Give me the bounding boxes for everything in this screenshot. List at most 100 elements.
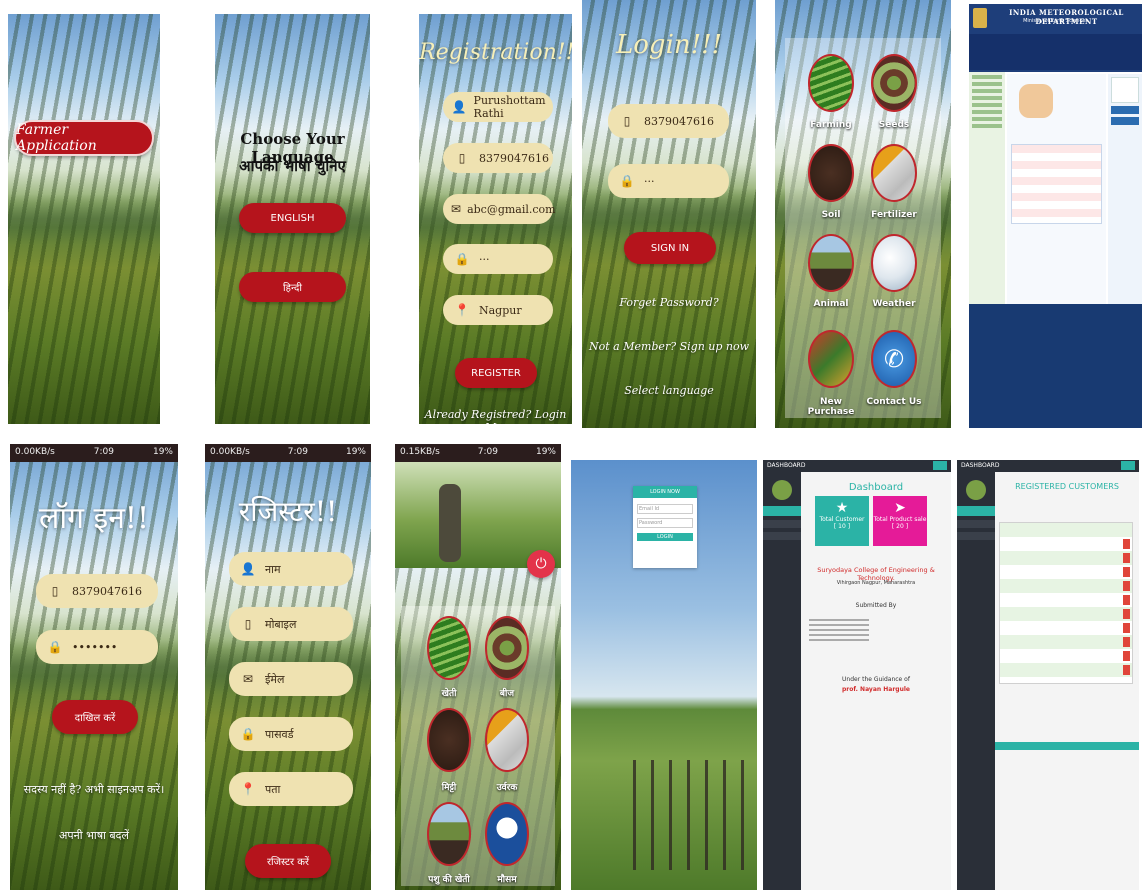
language-screen: Choose Your Language आपकी भाषा चुनिए ENG…	[215, 14, 370, 424]
register-hi-name-placeholder: नाम	[265, 562, 281, 576]
login-hi-mobile-field[interactable]: ▯ 8379047616	[36, 574, 158, 608]
mobile-field-value: 8379047616	[479, 151, 549, 165]
register-hi-password-placeholder: पासवर्ड	[265, 727, 294, 741]
menu-label-weather: Weather	[872, 299, 916, 309]
register-hi-email-field[interactable]: ✉ ईमेल	[229, 662, 353, 696]
admin-password-field[interactable]: Password	[637, 518, 693, 528]
already-registered-link[interactable]: Already Registred? Login Me.	[419, 408, 572, 424]
admin-login-button[interactable]: LOGIN	[637, 533, 693, 541]
hindi-button-label: हिन्दी	[283, 283, 302, 294]
login-hi-title: लॉग इन!!	[38, 501, 150, 536]
sidebar-item-dashboard[interactable]	[957, 506, 995, 516]
register-hi-address-field[interactable]: 📍 पता	[229, 772, 353, 806]
customers-title: REGISTERED CUSTOMERS	[1015, 482, 1119, 491]
imd-footer	[969, 304, 1142, 428]
customers-table	[999, 522, 1133, 684]
sidebar-item-dashboard[interactable]	[763, 506, 801, 516]
login-hi-signup-link[interactable]: सदस्य नहीं है? अभी साइनअप करें।	[10, 782, 178, 797]
dashboard-brand: DASHBOARD	[767, 462, 806, 469]
animal-icon[interactable]	[808, 234, 854, 292]
login-mobile-field[interactable]: ▯ 8379047616	[608, 104, 729, 138]
seeds-icon[interactable]	[871, 54, 917, 112]
register-button[interactable]: REGISTER	[455, 358, 537, 388]
power-button[interactable]: ⏻	[527, 550, 555, 578]
sidebar-item-customers[interactable]	[763, 520, 801, 528]
fertilizer-icon[interactable]	[871, 144, 917, 202]
name-field-value: Purushottam Rathi	[473, 94, 546, 120]
dashboard-top-button[interactable]	[933, 461, 947, 470]
register-hi-password-field[interactable]: 🔒 पासवर्ड	[229, 717, 353, 751]
hindi-button[interactable]: हिन्दी	[239, 272, 346, 302]
sidebar-item-information[interactable]	[957, 532, 995, 540]
status-net-speed: 0.00KB/s	[15, 447, 55, 457]
login-hi-language-link[interactable]: अपनी भाषा बदलें	[10, 828, 178, 843]
customers-brand: DASHBOARD	[961, 462, 1000, 469]
register-hi-mobile-field[interactable]: ▯ मोबाइल	[229, 607, 353, 641]
customers-screen: DASHBOARD REGISTERED CUSTOMERS	[957, 460, 1139, 890]
signin-button[interactable]: SIGN IN	[624, 232, 716, 264]
register-hi-button[interactable]: रजिस्टर करें	[245, 844, 331, 878]
admin-login-title: LOGIN NOW	[633, 486, 697, 498]
contact-us-icon[interactable]: ✆	[871, 330, 917, 388]
password-field[interactable]: 🔒 ···	[443, 244, 553, 274]
seeds-hi-icon[interactable]	[485, 616, 529, 680]
total-customer-card[interactable]: ★ Total Customer [ 10 ]	[815, 496, 869, 546]
menu-label-contact-us: Contact Us	[866, 397, 922, 407]
register-button-label: REGISTER	[471, 367, 521, 379]
weather-hi-icon[interactable]	[485, 802, 529, 866]
farming-icon[interactable]	[808, 54, 854, 112]
sidebar-item-customers[interactable]	[957, 520, 995, 528]
soil-icon[interactable]	[808, 144, 854, 202]
select-language-link[interactable]: Select language	[582, 384, 756, 397]
farming-hi-icon[interactable]	[427, 616, 471, 680]
name-field[interactable]: 👤 Purushottam Rathi	[443, 92, 553, 122]
signup-link[interactable]: Not a Member? Sign up now	[582, 340, 756, 353]
email-field[interactable]: ✉ abc@gmail.com	[443, 194, 556, 224]
lock-icon: 🔒	[47, 640, 63, 654]
phone-icon: ▯	[51, 584, 59, 598]
person-icon: 👤	[240, 562, 256, 576]
animal-hi-icon[interactable]	[427, 802, 471, 866]
imd-nav-bar[interactable]	[969, 34, 1142, 70]
mobile-field[interactable]: ▯ 8379047616	[443, 143, 553, 173]
total-sale-card[interactable]: ➤ Total Product sale [ 20 ]	[873, 496, 927, 546]
login-password-field[interactable]: 🔒 ···	[608, 164, 729, 198]
lock-icon: 🔒	[240, 727, 256, 741]
status-time: 7:09	[93, 447, 115, 457]
login-hi-submit-button[interactable]: दाखिल करें	[52, 700, 138, 734]
soil-hi-icon[interactable]	[427, 708, 471, 772]
imd-website: INDIA METEOROLOGICAL DEPARTMENT Ministry…	[969, 4, 1142, 428]
star-icon: ★	[835, 500, 849, 516]
registration-screen: Registration!!! 👤 Purushottam Rathi ▯ 83…	[419, 14, 572, 424]
fertilizer-hi-icon[interactable]	[485, 708, 529, 772]
guidance-heading: Under the Guidance of	[842, 676, 910, 683]
person-icon: 👤	[451, 100, 467, 114]
english-button[interactable]: ENGLISH	[239, 203, 346, 233]
send-icon: ➤	[894, 500, 906, 516]
login-hi-password-field[interactable]: 🔒 •••••••	[36, 630, 158, 664]
login-hi-password-value: •••••••	[72, 640, 118, 654]
imd-subtitle: Ministry of Earth Sciences	[1023, 18, 1088, 24]
new-purchase-icon[interactable]	[808, 330, 854, 388]
menu-label-farming: Farming	[810, 120, 852, 130]
delete-buttons-column[interactable]	[1123, 539, 1130, 679]
registration-title: Registration!!!	[419, 40, 572, 65]
address-field[interactable]: 📍 Nagpur	[443, 295, 553, 325]
dashboard-screen: DASHBOARD Dashboard ★ Total Customer [ 1…	[763, 460, 951, 890]
english-button-label: ENGLISH	[270, 212, 315, 224]
customers-top-button[interactable]	[1121, 461, 1135, 470]
dashboard-topbar: DASHBOARD	[763, 460, 951, 472]
admin-email-field[interactable]: Email Id	[637, 504, 693, 514]
lock-icon: 🔒	[619, 174, 635, 188]
fence	[633, 760, 757, 870]
menu-label-soil: Soil	[821, 210, 841, 220]
weather-icon[interactable]	[871, 234, 917, 292]
total-sale-label: Total Product sale	[873, 516, 927, 523]
login-mobile-value: 8379047616	[644, 114, 714, 128]
register-hi-name-field[interactable]: 👤 नाम	[229, 552, 353, 586]
sidebar-item-information[interactable]	[763, 532, 801, 540]
status-battery: 19%	[152, 447, 173, 457]
forgot-password-link[interactable]: Forget Password?	[582, 296, 756, 309]
submitted-by-heading: Submitted By	[855, 602, 897, 609]
total-customer-value: [ 10 ]	[833, 523, 851, 530]
